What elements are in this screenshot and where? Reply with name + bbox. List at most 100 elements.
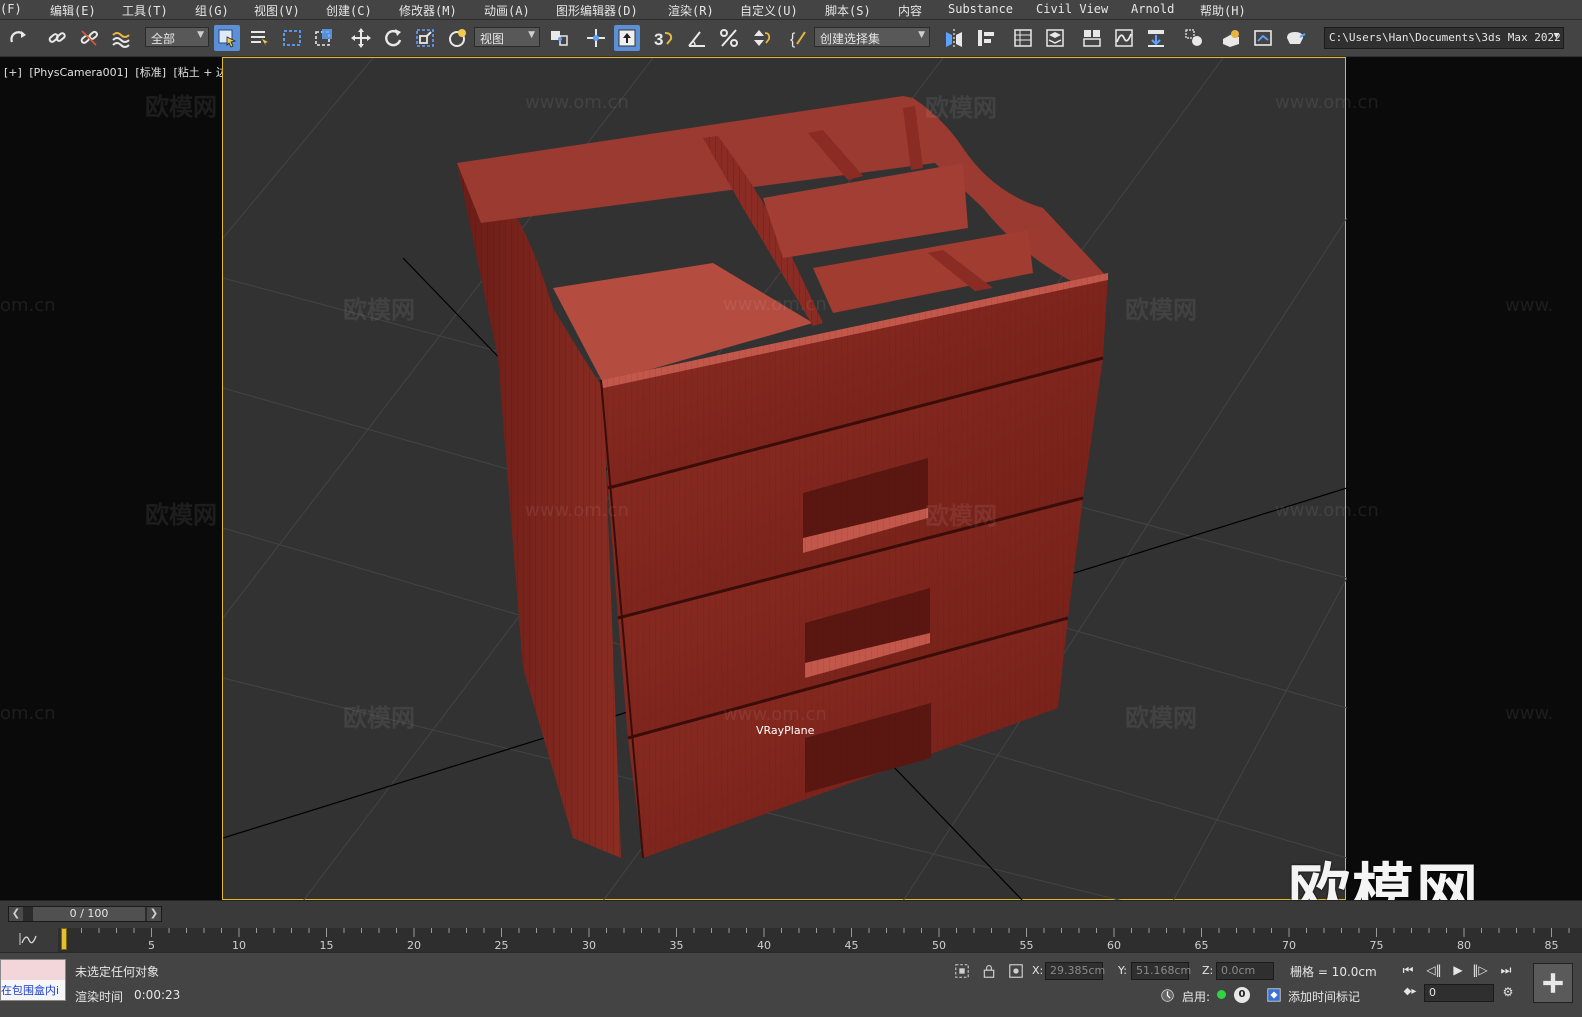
x-coord-value: 29.385cm <box>1050 964 1106 977</box>
adaptive-degradation-icon[interactable] <box>1158 986 1176 1004</box>
play-icon[interactable]: ▶ <box>1448 961 1468 979</box>
menu-content[interactable]: 内容 <box>898 2 922 19</box>
scale-icon[interactable] <box>412 25 438 51</box>
go-to-start-icon[interactable]: ⏮ <box>1398 961 1418 979</box>
menu-customize[interactable]: 自定义(U) <box>740 2 798 19</box>
viewport-plus-menu[interactable]: [+] <box>4 66 22 79</box>
named-selection-dropdown[interactable]: 创建选择集 ▼ <box>814 27 930 47</box>
key-mode-toggle-icon[interactable]: ◆▸ <box>1400 983 1420 1001</box>
lock-icon[interactable] <box>980 962 998 980</box>
x-coord-label: X: <box>1032 964 1044 977</box>
next-frame-arrow-icon[interactable]: ❯ <box>147 907 161 921</box>
svg-text:{: { <box>790 31 796 48</box>
schematic-view-icon[interactable] <box>1143 25 1169 51</box>
viewport-camera-menu[interactable]: [PhysCamera001] <box>29 66 128 79</box>
ruler-tick-label: 60 <box>1107 939 1121 952</box>
angle-snap-icon[interactable] <box>684 25 710 51</box>
selection-filter-dropdown[interactable]: 全部 ▼ <box>145 27 209 47</box>
current-frame-field[interactable]: 0 <box>1424 984 1494 1002</box>
menu-tools[interactable]: 工具(T) <box>122 2 168 19</box>
menu-rendering[interactable]: 渲染(R) <box>668 2 714 19</box>
menu-edit[interactable]: 编辑(E) <box>50 2 96 19</box>
rotate-icon[interactable] <box>380 25 406 51</box>
align-icon[interactable] <box>973 25 999 51</box>
place-icon[interactable] <box>444 25 470 51</box>
time-slider[interactable]: ❮ 0 / 100 ❯ <box>8 906 162 922</box>
scene-explorer-icon[interactable] <box>1010 25 1036 51</box>
organizer-model[interactable] <box>457 96 1108 859</box>
menu-group[interactable]: 组(G) <box>195 2 229 19</box>
menu-scripting[interactable]: 脚本(S) <box>825 2 871 19</box>
viewport-label-menu[interactable]: [+] [PhysCamera001] [标准] [粘土 + 边面] <box>4 64 246 80</box>
menu-help[interactable]: 帮助(H) <box>1200 2 1246 19</box>
maxscript-mini-listener[interactable]: 在包围盒内i <box>0 959 66 1001</box>
menu-substance[interactable]: Substance <box>948 2 1013 16</box>
spinner-snap-icon[interactable] <box>748 25 774 51</box>
curve-editor-icon[interactable] <box>1111 25 1137 51</box>
link-icon[interactable] <box>44 25 70 51</box>
viewport-area[interactable]: [+] [PhysCamera001] [标准] [粘土 + 边面] www.o… <box>0 57 1582 931</box>
z-coord-field[interactable]: 0.0cm <box>1216 962 1274 980</box>
prev-frame-arrow-icon[interactable]: ❮ <box>9 907 23 921</box>
select-by-name-icon[interactable] <box>246 25 272 51</box>
ruler-tick-label: 5 <box>148 939 155 952</box>
track-bar[interactable]: 5 10 15 20 25 30 35 40 45 50 55 60 65 70 75 80 85 <box>0 928 1582 953</box>
add-button[interactable] <box>1533 963 1573 1003</box>
viewport-shading-menu[interactable]: [标准] <box>135 66 166 79</box>
watermark-text: 欧模网 <box>145 93 217 121</box>
window-crossing-icon[interactable] <box>311 25 337 51</box>
absolute-mode-transform-icon[interactable] <box>1007 962 1025 980</box>
render-setup-icon[interactable] <box>1218 25 1244 51</box>
project-folder-dropdown[interactable]: C:\Users\Han\Documents\3ds Max 2022 ▼ <box>1324 27 1564 49</box>
previous-frame-icon[interactable]: ◁‖ <box>1424 961 1444 979</box>
active-viewport[interactable]: www.om.cn 欧模网 www.om.cn 欧模网 www.om.cn 欧模… <box>222 57 1379 901</box>
bind-space-warp-icon[interactable] <box>108 25 134 51</box>
menu-animation[interactable]: 动画(A) <box>484 2 530 19</box>
time-configuration-icon[interactable]: ⚙ <box>1498 983 1518 1001</box>
isolate-selection-icon[interactable] <box>953 962 971 980</box>
snaps-toggle-icon[interactable]: 3 <box>650 25 676 51</box>
menu-file[interactable]: (F) <box>0 2 22 16</box>
mini-listener-input[interactable] <box>1 960 65 980</box>
next-frame-icon[interactable]: ‖▷ <box>1470 961 1490 979</box>
ruler-tick-label: 10 <box>232 939 246 952</box>
menu-civil-view[interactable]: Civil View <box>1036 2 1108 16</box>
pivot-center-icon[interactable] <box>546 25 572 51</box>
time-slider-thumb[interactable]: 0 / 100 <box>33 907 145 921</box>
go-to-end-icon[interactable]: ⏭ <box>1496 961 1516 979</box>
menu-modifiers[interactable]: 修改器(M) <box>399 2 457 19</box>
move-icon[interactable] <box>348 25 374 51</box>
time-tag-icon[interactable] <box>1265 986 1283 1004</box>
keyboard-shortcut-override-icon[interactable] <box>614 25 640 51</box>
redo-icon[interactable] <box>6 25 32 51</box>
toggle-ribbon-icon[interactable] <box>1079 25 1105 51</box>
unlink-icon[interactable] <box>76 25 102 51</box>
current-frame-value: 0 <box>1429 986 1436 999</box>
y-coord-label: Y: <box>1118 964 1127 977</box>
x-coord-field[interactable]: 29.385cm <box>1045 962 1106 980</box>
add-time-tag-button[interactable]: 添加时间标记 <box>1288 988 1360 1005</box>
grid-size-readout: 栅格 = 10.0cm <box>1290 965 1377 979</box>
select-manipulate-icon[interactable] <box>583 25 609 51</box>
percent-snap-icon[interactable] <box>716 25 742 51</box>
render-time-label: 渲染时间 <box>75 990 124 1004</box>
rect-selection-region-icon[interactable] <box>279 25 305 51</box>
menu-graph-editors[interactable]: 图形编辑器(D) <box>556 2 638 19</box>
ruler-tick-label: 30 <box>582 939 596 952</box>
current-frame-marker[interactable] <box>61 928 67 950</box>
z-coord-label: Z: <box>1202 964 1214 977</box>
render-production-icon[interactable] <box>1282 25 1308 51</box>
menu-create[interactable]: 创建(C) <box>326 2 372 19</box>
material-editor-icon[interactable] <box>1181 25 1207 51</box>
select-object-icon[interactable] <box>214 25 240 51</box>
timeline-ruler[interactable]: 5 10 15 20 25 30 35 40 45 50 55 60 65 70 75 80 85 <box>58 928 1582 953</box>
menu-arnold[interactable]: Arnold <box>1131 2 1174 16</box>
mirror-icon[interactable] <box>941 25 967 51</box>
layer-explorer-icon[interactable] <box>1042 25 1068 51</box>
rendered-frame-window-icon[interactable] <box>1250 25 1276 51</box>
menu-views[interactable]: 视图(V) <box>254 2 300 19</box>
edit-named-selection-icon[interactable]: { <box>786 25 812 51</box>
reference-coord-dropdown[interactable]: 视图 ▼ <box>474 27 540 47</box>
mini-curve-editor-icon[interactable] <box>18 931 38 947</box>
y-coord-field[interactable]: 51.168cm <box>1131 962 1191 980</box>
